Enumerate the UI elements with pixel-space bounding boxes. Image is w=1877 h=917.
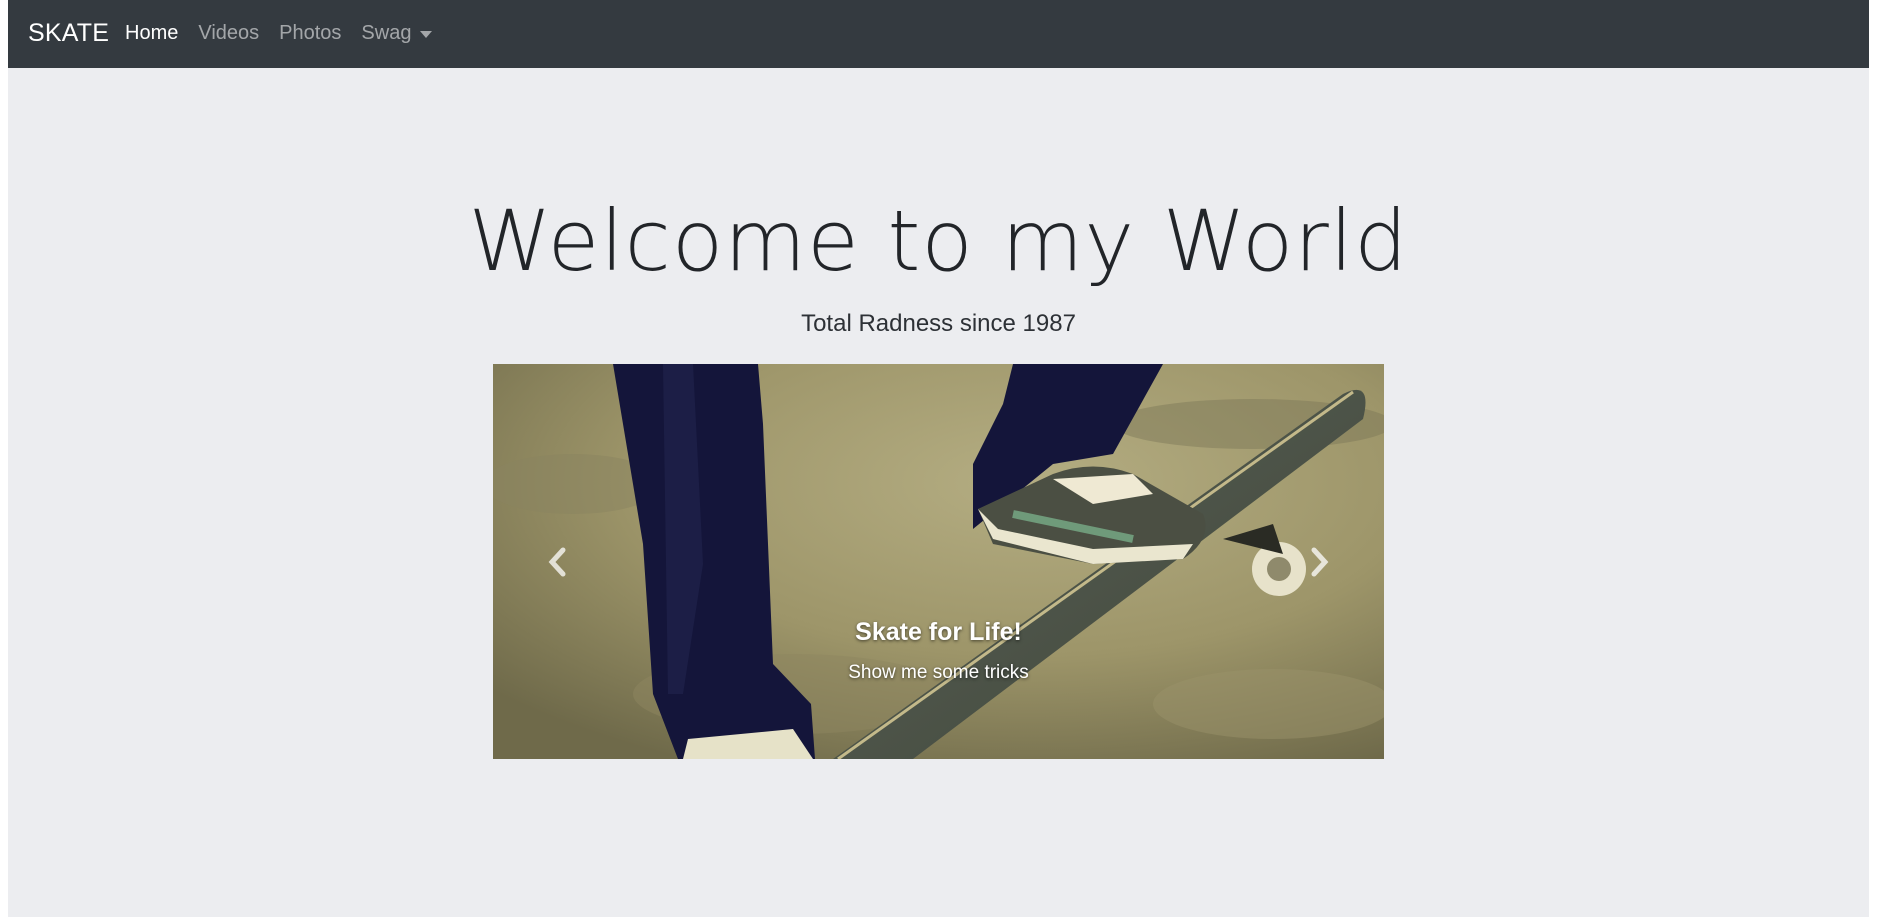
nav-item-photos[interactable]: Photos — [279, 22, 341, 45]
hero-subtitle: Total Radness since 1987 — [801, 310, 1076, 337]
nav-item-swag[interactable]: Swag — [361, 22, 433, 45]
nav-item-videos[interactable]: Videos — [198, 22, 259, 45]
hero-title: Welcome to my World — [468, 192, 1409, 290]
caret-down-icon — [420, 31, 433, 38]
chevron-left-icon — [548, 547, 566, 576]
carousel: Skate for Life! Show me some tricks — [493, 364, 1384, 759]
carousel-next-button[interactable] — [1259, 364, 1379, 759]
chevron-right-icon — [1311, 547, 1329, 576]
brand-logo[interactable]: SKATE — [28, 19, 109, 48]
nav-item-home[interactable]: Home — [125, 22, 178, 45]
page: SKATE Home Videos Photos Swag Welcome to… — [8, 0, 1869, 917]
carousel-prev-button[interactable] — [498, 364, 618, 759]
nav-links: Home Videos Photos Swag — [125, 22, 452, 45]
navbar: SKATE Home Videos Photos Swag — [8, 0, 1869, 68]
carousel-caption-text: Show me some tricks — [848, 662, 1029, 683]
skateboard-photo — [493, 364, 1384, 759]
nav-item-swag-label: Swag — [361, 22, 412, 44]
carousel-caption-title: Skate for Life! — [855, 618, 1022, 646]
